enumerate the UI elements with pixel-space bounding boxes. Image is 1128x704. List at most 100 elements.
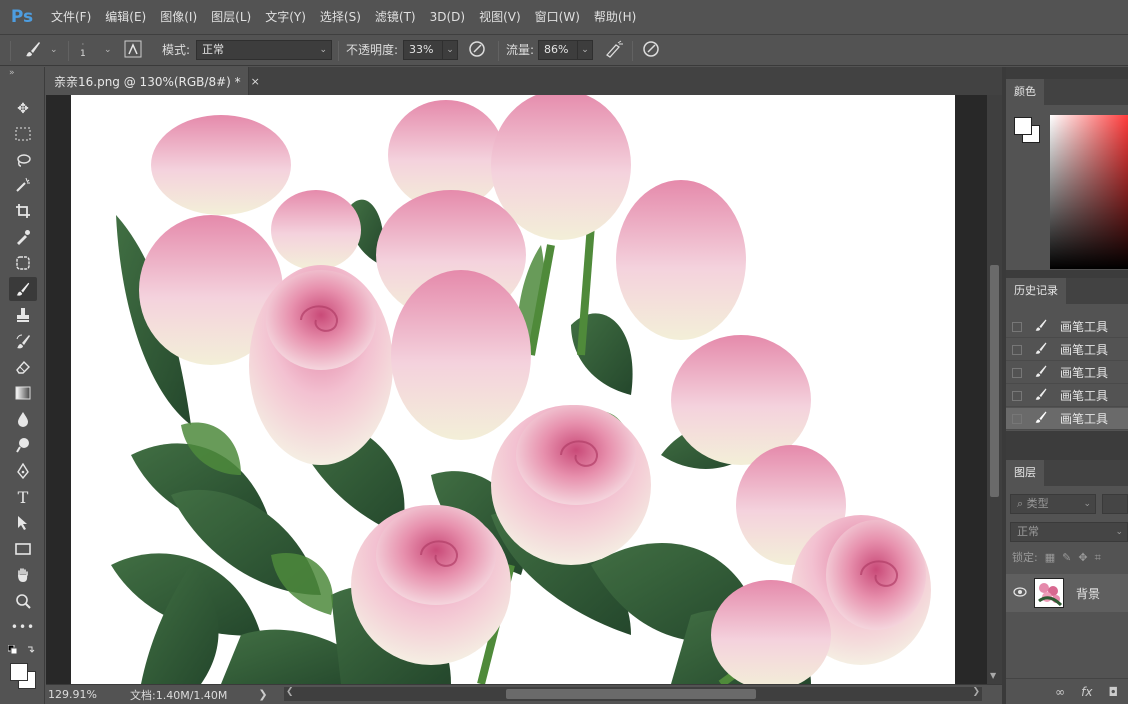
history-item[interactable]: 画笔工具 bbox=[1006, 316, 1128, 338]
blend-mode-select[interactable]: 正常 ⌄ bbox=[196, 40, 332, 60]
brush-panel-icon bbox=[124, 40, 142, 61]
history-checkbox[interactable] bbox=[1012, 413, 1022, 424]
lock-label: 锁定: bbox=[1012, 551, 1038, 564]
more-tools-icon[interactable]: ••• bbox=[9, 615, 37, 639]
scroll-right-icon[interactable]: ❯ bbox=[972, 687, 980, 697]
marquee-tool-icon[interactable] bbox=[9, 122, 37, 146]
brush-tool-icon[interactable] bbox=[9, 277, 37, 301]
menu-3d[interactable]: 3D(D) bbox=[423, 0, 472, 34]
pressure-icon bbox=[468, 40, 486, 61]
chevron-right-icon[interactable]: ❯ bbox=[256, 688, 270, 701]
document-tabs: 亲亲16.png @ 130%(RGB/8#) * × bbox=[46, 67, 1002, 95]
lock-transparent-icon[interactable]: ▦ bbox=[1045, 548, 1055, 568]
lock-artboard-icon[interactable]: ⌗ bbox=[1095, 548, 1101, 568]
menu-edit[interactable]: 编辑(E) bbox=[98, 0, 153, 34]
dodge-tool-icon[interactable] bbox=[9, 433, 37, 457]
lock-row: 锁定: ▦ ✎ ✥ ⌗ bbox=[1012, 548, 1101, 568]
blur-tool-icon[interactable] bbox=[9, 407, 37, 431]
brush-preset-picker[interactable]: ⌄ bbox=[24, 35, 58, 65]
type-tool-icon[interactable]: T bbox=[9, 485, 37, 509]
menu-help[interactable]: 帮助(H) bbox=[587, 0, 643, 34]
horizontal-scrollbar[interactable]: ❮ ❯ bbox=[284, 687, 982, 701]
path-selection-tool-icon[interactable] bbox=[9, 511, 37, 535]
mode-label: 模式: bbox=[162, 43, 191, 57]
eyedropper-tool-icon[interactable] bbox=[9, 225, 37, 249]
document-tab[interactable]: 亲亲16.png @ 130%(RGB/8#) * × bbox=[46, 67, 260, 95]
layer-mask-icon[interactable]: ◘ bbox=[1109, 685, 1119, 699]
history-item-current[interactable]: 画笔工具 bbox=[1006, 408, 1128, 430]
history-checkbox[interactable] bbox=[1012, 344, 1022, 355]
color-swatches[interactable] bbox=[8, 661, 38, 691]
tab-layers[interactable]: 图层 bbox=[1006, 460, 1044, 486]
scroll-left-icon[interactable]: ❮ bbox=[286, 687, 294, 697]
pressure-opacity-button[interactable] bbox=[468, 35, 486, 65]
scroll-down-icon[interactable]: ▼ bbox=[990, 671, 996, 680]
brush-icon bbox=[1034, 410, 1052, 427]
history-item[interactable]: 画笔工具 bbox=[1006, 385, 1128, 407]
tab-color[interactable]: 颜色 bbox=[1006, 79, 1044, 105]
history-brush-tool-icon[interactable] bbox=[9, 329, 37, 353]
history-item[interactable]: 画笔工具 bbox=[1006, 362, 1128, 384]
chevron-down-icon[interactable]: ⌄ bbox=[104, 35, 112, 65]
layer-style-icon[interactable]: fx bbox=[1081, 685, 1092, 699]
rectangle-tool-icon[interactable] bbox=[9, 537, 37, 561]
layer-filter-select[interactable]: ⌕ 类型 ⌄ bbox=[1010, 494, 1096, 514]
foreground-color-swatch[interactable] bbox=[10, 663, 28, 681]
layer-filter-toggle[interactable] bbox=[1102, 494, 1128, 514]
history-item-label: 画笔工具 bbox=[1060, 320, 1109, 334]
collapse-grip-icon[interactable]: » bbox=[0, 67, 44, 79]
link-layers-icon[interactable]: ∞ bbox=[1055, 685, 1065, 699]
history-checkbox[interactable] bbox=[1012, 367, 1022, 378]
horizontal-scrollbar-thumb[interactable] bbox=[506, 689, 756, 699]
history-checkbox[interactable] bbox=[1012, 390, 1022, 401]
menu-layer[interactable]: 图层(L) bbox=[204, 0, 258, 34]
brush-size-picker[interactable]: · 1 bbox=[80, 35, 86, 65]
menu-select[interactable]: 选择(S) bbox=[313, 0, 368, 34]
eye-icon[interactable] bbox=[1006, 586, 1034, 600]
layer-blend-mode-select[interactable]: 正常 ⌄ bbox=[1010, 522, 1128, 542]
pen-tool-icon[interactable] bbox=[9, 459, 37, 483]
menu-image[interactable]: 图像(I) bbox=[153, 0, 204, 34]
zoom-level[interactable]: 129.91% bbox=[46, 688, 116, 701]
opacity-input[interactable]: 33% bbox=[403, 40, 443, 60]
crop-tool-icon[interactable] bbox=[9, 199, 37, 223]
divider bbox=[498, 41, 499, 61]
pressure-size-button[interactable] bbox=[642, 35, 660, 65]
flow-dropdown[interactable]: ⌄ bbox=[577, 40, 593, 60]
hand-tool-icon[interactable] bbox=[9, 563, 37, 587]
brush-size-value: 1 bbox=[80, 49, 86, 59]
vertical-scrollbar-thumb[interactable] bbox=[990, 265, 999, 497]
layer-row-background[interactable]: 背景 bbox=[1006, 574, 1128, 612]
flow-input[interactable]: 86% bbox=[538, 40, 578, 60]
color-field[interactable] bbox=[1050, 115, 1128, 269]
default-colors-icon[interactable] bbox=[7, 644, 38, 660]
opacity-dropdown[interactable]: ⌄ bbox=[442, 40, 458, 60]
airbrush-button[interactable] bbox=[604, 35, 624, 65]
tab-history[interactable]: 历史记录 bbox=[1006, 278, 1066, 304]
search-icon: ⌕ bbox=[1017, 497, 1027, 510]
canvas-area[interactable] bbox=[46, 95, 987, 684]
menu-file[interactable]: 文件(F) bbox=[44, 0, 98, 34]
history-checkbox[interactable] bbox=[1012, 321, 1022, 332]
lock-image-icon[interactable]: ✎ bbox=[1062, 548, 1071, 568]
vertical-scrollbar[interactable]: ▼ bbox=[987, 95, 1002, 684]
menu-window[interactable]: 窗口(W) bbox=[528, 0, 587, 34]
gradient-tool-icon[interactable] bbox=[9, 381, 37, 405]
magic-wand-tool-icon[interactable] bbox=[9, 173, 37, 197]
document-image[interactable] bbox=[71, 95, 955, 684]
zoom-tool-icon[interactable] bbox=[9, 589, 37, 613]
close-icon[interactable]: × bbox=[251, 75, 260, 88]
foreground-color-chip[interactable] bbox=[1014, 117, 1032, 135]
healing-brush-tool-icon[interactable] bbox=[9, 251, 37, 275]
menu-view[interactable]: 视图(V) bbox=[472, 0, 528, 34]
eraser-tool-icon[interactable] bbox=[9, 355, 37, 379]
menu-filter[interactable]: 滤镜(T) bbox=[368, 0, 423, 34]
history-item[interactable]: 画笔工具 bbox=[1006, 339, 1128, 361]
move-tool-icon[interactable]: ✥ bbox=[9, 97, 37, 121]
lasso-tool-icon[interactable] bbox=[9, 148, 37, 172]
lock-position-icon[interactable]: ✥ bbox=[1078, 548, 1087, 568]
clone-stamp-tool-icon[interactable] bbox=[9, 303, 37, 327]
layer-name: 背景 bbox=[1076, 586, 1101, 601]
menu-type[interactable]: 文字(Y) bbox=[258, 0, 313, 34]
brush-panel-toggle[interactable] bbox=[124, 35, 142, 65]
